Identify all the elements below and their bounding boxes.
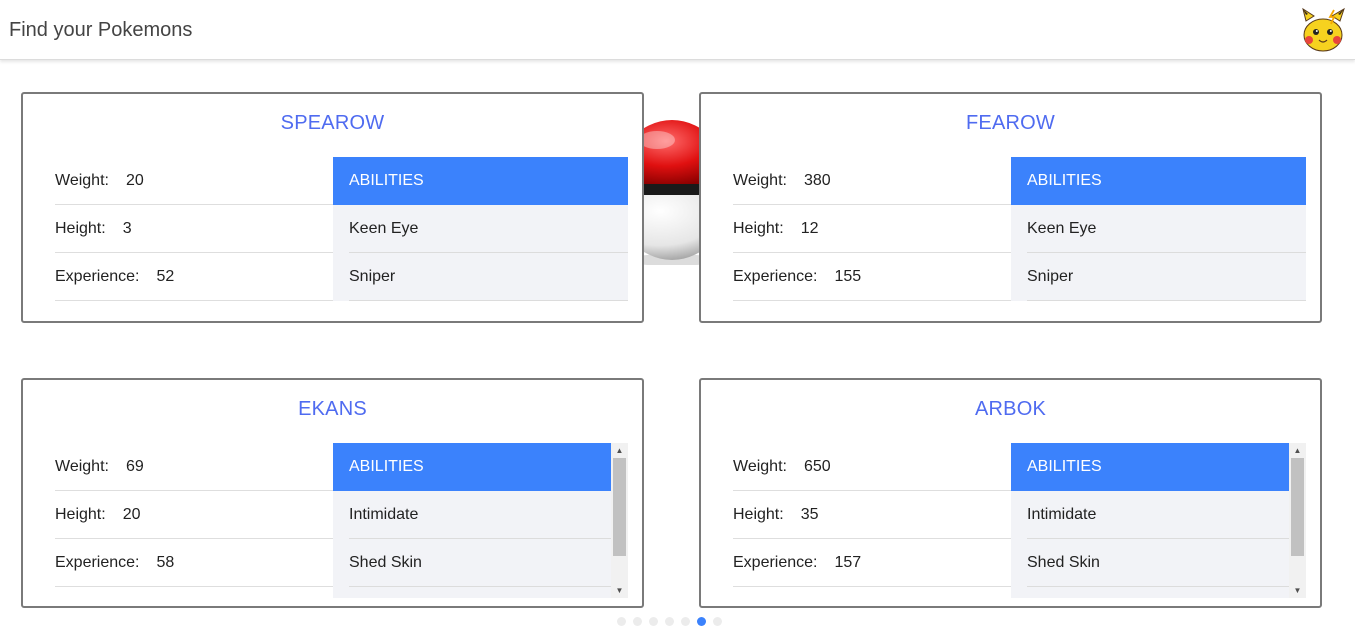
weight-row: Weight: 650: [733, 443, 1011, 491]
height-value: 35: [800, 505, 819, 523]
carousel-dot[interactable]: [617, 617, 626, 626]
ability-item: Intimidate: [1011, 491, 1289, 539]
experience-row: Experience: 157: [733, 539, 1011, 587]
scroll-down-arrow-icon[interactable]: ▼: [1289, 583, 1306, 598]
weight-value: 380: [803, 171, 831, 189]
pokemon-name: FEAROW: [966, 112, 1055, 134]
pokemon-name: ARBOK: [974, 398, 1047, 420]
experience-value: 155: [834, 267, 862, 285]
weight-label: Weight:: [55, 457, 109, 475]
stats-list: Weight: 380 Height: 12 Experience: 155: [733, 157, 1011, 301]
weight-label: Weight:: [733, 171, 787, 189]
weight-value: 69: [125, 457, 144, 475]
stats-list: Weight: 20 Height: 3 Experience: 52: [55, 157, 333, 301]
ability-item: Keen Eye: [1011, 205, 1306, 253]
experience-label: Experience:: [55, 553, 140, 571]
weight-label: Weight:: [733, 457, 787, 475]
top-bar: Find your Pokemons: [0, 0, 1355, 60]
weight-value: 650: [803, 457, 831, 475]
stats-list: Weight: 69 Height: 20 Experience: 58: [55, 443, 333, 587]
experience-value: 52: [156, 267, 175, 285]
scroll-up-arrow-icon[interactable]: ▲: [1289, 443, 1306, 458]
experience-value: 58: [156, 553, 175, 571]
scroll-up-arrow-icon[interactable]: ▲: [611, 443, 628, 458]
experience-row: Experience: 58: [55, 539, 333, 587]
ability-item: Sniper: [1011, 253, 1306, 301]
abilities-list: ABILITIES Keen Eye Sniper: [333, 157, 628, 301]
ability-item: Intimidate: [333, 491, 611, 539]
stats-list: Weight: 650 Height: 35 Experience: 157: [733, 443, 1011, 587]
abilities-list[interactable]: ABILITIES Intimidate Shed Skin ▲ ▼: [333, 443, 628, 598]
experience-label: Experience:: [55, 267, 140, 285]
weight-row: Weight: 380: [733, 157, 1011, 205]
abilities-list[interactable]: ABILITIES Intimidate Shed Skin ▲ ▼: [1011, 443, 1306, 598]
height-label: Height:: [733, 219, 784, 237]
abilities-scrollbar[interactable]: ▲ ▼: [1289, 443, 1306, 598]
weight-label: Weight:: [55, 171, 109, 189]
weight-row: Weight: 20: [55, 157, 333, 205]
carousel-dot[interactable]: [697, 617, 706, 626]
pokemon-card-fearow: FEAROW Weight: 380 Height: 12 Experience: 1…: [699, 92, 1322, 323]
height-value: 3: [122, 219, 132, 237]
pokemon-card-ekans: EKANS Weight: 69 Height: 20 Experience: 58 …: [21, 378, 644, 608]
height-row: Height: 12: [733, 205, 1011, 253]
experience-label: Experience:: [733, 553, 818, 571]
height-label: Height:: [55, 219, 106, 237]
ability-item: Shed Skin: [333, 539, 611, 587]
app-title: Find your Pokemons: [9, 19, 193, 41]
height-row: Height: 35: [733, 491, 1011, 539]
experience-label: Experience:: [733, 267, 818, 285]
weight-value: 20: [125, 171, 144, 189]
scrollbar-thumb[interactable]: [613, 458, 626, 556]
pokemon-card-arbok: ARBOK Weight: 650 Height: 35 Experience: 15…: [699, 378, 1322, 608]
experience-row: Experience: 155: [733, 253, 1011, 301]
pikachu-icon[interactable]: [1300, 7, 1346, 53]
height-label: Height:: [733, 505, 784, 523]
carousel-pagination: [617, 617, 722, 626]
height-row: Height: 20: [55, 491, 333, 539]
carousel-dot[interactable]: [681, 617, 690, 626]
ability-item: Sniper: [333, 253, 628, 301]
ability-item: Shed Skin: [1011, 539, 1289, 587]
carousel-dot[interactable]: [633, 617, 642, 626]
scrollbar-thumb[interactable]: [1291, 458, 1304, 556]
carousel-dot[interactable]: [649, 617, 658, 626]
carousel-dot[interactable]: [665, 617, 674, 626]
abilities-scrollbar[interactable]: ▲ ▼: [611, 443, 628, 598]
pokemon-name: EKANS: [298, 398, 367, 420]
height-value: 12: [800, 219, 819, 237]
abilities-list: ABILITIES Keen Eye Sniper: [1011, 157, 1306, 301]
carousel-dot[interactable]: [713, 617, 722, 626]
pokemon-name: SPEAROW: [280, 112, 385, 134]
abilities-header: ABILITIES: [1011, 443, 1289, 491]
height-value: 20: [122, 505, 141, 523]
weight-row: Weight: 69: [55, 443, 333, 491]
abilities-header: ABILITIES: [333, 157, 628, 205]
experience-row: Experience: 52: [55, 253, 333, 301]
height-row: Height: 3: [55, 205, 333, 253]
pokemon-card-spearow: SPEAROW Weight: 20 Height: 3 Experience: 52…: [21, 92, 644, 323]
experience-value: 157: [834, 553, 862, 571]
abilities-header: ABILITIES: [333, 443, 611, 491]
scroll-down-arrow-icon[interactable]: ▼: [611, 583, 628, 598]
ability-item: Keen Eye: [333, 205, 628, 253]
abilities-header: ABILITIES: [1011, 157, 1306, 205]
height-label: Height:: [55, 505, 106, 523]
